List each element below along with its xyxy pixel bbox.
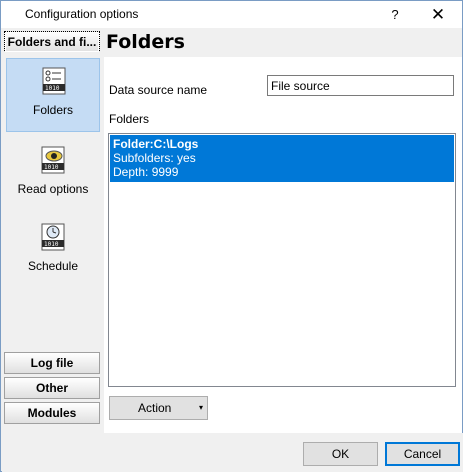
group-log-file[interactable]: Log file xyxy=(4,352,100,374)
chevron-down-icon: ▾ xyxy=(199,403,204,412)
svg-text:1010: 1010 xyxy=(45,85,60,92)
schedule-icon: 1010 xyxy=(39,223,67,251)
read-options-icon: 1010 xyxy=(39,146,67,174)
folder-depth: Depth: 9999 xyxy=(113,165,179,179)
folders-list[interactable]: Folder:C:\Logs Subfolders: yes Depth: 99… xyxy=(108,133,456,387)
title-bar: Configuration options ? ✕ xyxy=(1,1,462,28)
group-modules[interactable]: Modules xyxy=(4,402,100,424)
button-bar: OK Cancel xyxy=(2,433,463,472)
ok-button[interactable]: OK xyxy=(303,442,378,466)
svg-text:1010: 1010 xyxy=(44,164,59,171)
nav-item-folders[interactable]: 1010 Folders xyxy=(6,58,100,132)
folder-path: Folder:C:\Logs xyxy=(113,137,199,151)
nav-item-read-options[interactable]: 1010 Read options xyxy=(6,138,100,212)
svg-text:1010: 1010 xyxy=(44,241,59,248)
data-source-input[interactable] xyxy=(267,75,454,96)
group-other[interactable]: Other xyxy=(4,377,100,399)
close-button[interactable]: ✕ xyxy=(415,1,461,28)
page-title: Folders xyxy=(106,31,185,53)
cancel-button[interactable]: Cancel xyxy=(385,442,460,466)
configuration-window: Configuration options ? ✕ Folders and fi… xyxy=(0,0,463,472)
group-folders-and-files[interactable]: Folders and fi... xyxy=(4,31,100,53)
action-button-label: Action xyxy=(138,401,172,415)
list-item[interactable]: Folder:C:\Logs Subfolders: yes Depth: 99… xyxy=(110,135,454,182)
data-source-label: Data source name xyxy=(109,83,208,97)
help-button[interactable]: ? xyxy=(379,1,411,28)
nav-item-label: Folders xyxy=(32,103,73,117)
content-panel: Data source name Folders Folder:C:\Logs … xyxy=(104,57,462,433)
group-body: 1010 Folders 1010 Read options 1010 Sche… xyxy=(4,52,100,374)
nav-item-label: Read options xyxy=(17,182,89,196)
navigation-panel: Folders and fi... 1010 Folders 1010 Read… xyxy=(2,29,103,429)
action-button[interactable]: Action ▾ xyxy=(109,396,208,420)
nav-item-label: Schedule xyxy=(27,259,79,273)
folder-subfolders: Subfolders: yes xyxy=(113,151,196,165)
folders-icon: 1010 xyxy=(40,67,68,95)
folders-label: Folders xyxy=(109,112,150,126)
content-header: Folders xyxy=(104,29,462,57)
nav-item-schedule[interactable]: 1010 Schedule xyxy=(6,215,100,289)
window-title: Configuration options xyxy=(25,7,139,21)
